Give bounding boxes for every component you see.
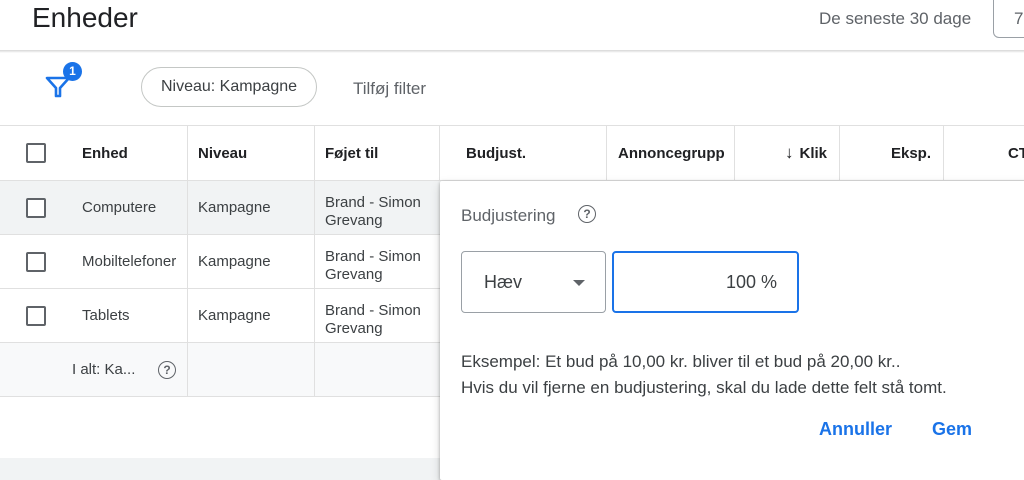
cell-enhed: Mobiltelefoner: [82, 253, 177, 270]
filter-count-badge: 1: [63, 62, 82, 81]
page-title: Enheder: [32, 2, 138, 33]
date-range-picker[interactable]: 7: [993, 0, 1024, 38]
cell-foejet-til[interactable]: Brand - Simon Grevang: [315, 181, 439, 234]
date-range-label[interactable]: De seneste 30 dage: [819, 9, 971, 29]
column-header-niveau[interactable]: Niveau: [188, 126, 314, 180]
column-header-eksp[interactable]: Eksp.: [840, 126, 943, 180]
row-checkbox[interactable]: [26, 251, 46, 272]
filter-bar: 1 Niveau: Kampagne Tilføj filter: [0, 53, 1024, 125]
select-all-checkbox[interactable]: [26, 143, 46, 163]
adjustment-direction-select[interactable]: Hæv: [461, 251, 606, 313]
cell-niveau: Kampagne: [198, 253, 271, 270]
table-header-row: Enhed Niveau Føjet til Budjust. Annonceg…: [0, 125, 1024, 181]
row-checkbox[interactable]: [26, 305, 46, 326]
help-icon[interactable]: ?: [158, 360, 176, 379]
remove-hint-line: Hvis du vil fjerne en budjustering, skal…: [461, 378, 947, 397]
save-button[interactable]: Gem: [932, 419, 972, 440]
column-header-foejet-til[interactable]: Føjet til: [315, 126, 439, 180]
filter-chip-level[interactable]: Niveau: Kampagne: [141, 67, 317, 107]
example-line: Eksempel: Et bud på 10,00 kr. bliver til…: [461, 352, 901, 371]
percent-value: 100 %: [725, 272, 777, 292]
column-header-enhed[interactable]: Enhed: [72, 126, 187, 180]
page-header: Enheder De seneste 30 dage 7: [0, 0, 1024, 50]
help-icon[interactable]: ?: [578, 205, 596, 223]
cell-niveau: Kampagne: [198, 199, 271, 216]
bid-adjustment-popup: Budjustering ? Hæv 100 % Eksempel: Et bu…: [440, 181, 1024, 480]
caret-down-icon: [573, 280, 585, 286]
percent-input[interactable]: 100 %: [612, 251, 799, 313]
date-range-value: 7: [1014, 9, 1024, 28]
column-header-klik[interactable]: ↓ Klik: [735, 126, 839, 180]
cell-enhed: Computere: [82, 199, 157, 216]
example-text: Eksempel: Et bud på 10,00 kr. bliver til…: [461, 349, 947, 401]
cell-foejet-til[interactable]: Brand - Simon Grevang: [315, 289, 439, 342]
row-checkbox[interactable]: [26, 197, 46, 218]
arrow-down-icon: ↓: [784, 143, 794, 162]
cancel-button[interactable]: Annuller: [819, 419, 892, 440]
add-filter-button[interactable]: Tilføj filter: [353, 79, 426, 99]
popup-title: Budjustering: [461, 206, 556, 225]
column-header-annoncegruppe[interactable]: Annoncegruppe: [608, 126, 724, 180]
column-header-budjust[interactable]: Budjust.: [456, 126, 606, 180]
select-value: Hæv: [484, 272, 523, 292]
cell-foejet-til[interactable]: Brand - Simon Grevang: [315, 235, 439, 288]
cell-niveau: Kampagne: [198, 307, 271, 324]
cell-enhed: Tablets: [82, 307, 130, 324]
column-header-ctr[interactable]: CT: [1000, 126, 1024, 180]
